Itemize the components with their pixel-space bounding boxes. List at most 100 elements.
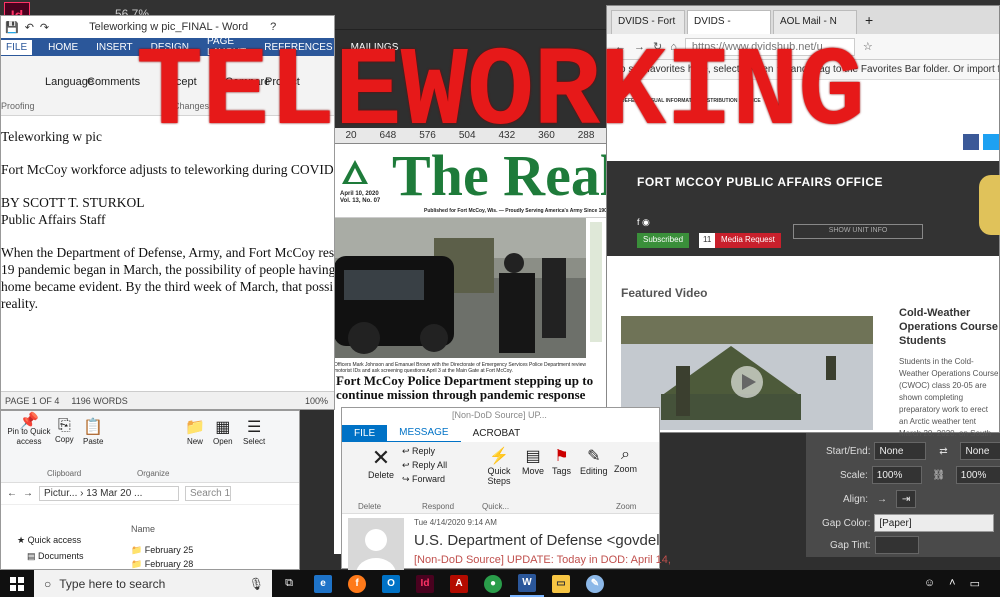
twitter-icon[interactable] xyxy=(983,134,999,150)
zoom-percent[interactable]: 100% xyxy=(305,396,328,406)
editing-button[interactable]: ✎ Editing xyxy=(580,446,608,476)
open-label: Open xyxy=(213,437,233,446)
firefox-icon[interactable]: f xyxy=(340,570,374,597)
new-button[interactable]: 📁 New xyxy=(185,417,205,446)
delete-button[interactable]: ✕ Delete xyxy=(368,446,395,481)
accept-button[interactable]: Accept xyxy=(163,76,197,88)
tab-dvids[interactable]: DVIDS - xyxy=(687,10,771,34)
tab-acrobat[interactable]: ACROBAT xyxy=(461,425,533,442)
pin-quick-access-button[interactable]: 📌 Pin to Quick access xyxy=(7,414,51,447)
show-unit-info-button[interactable]: SHOW UNIT INFO xyxy=(793,224,923,239)
url-input[interactable]: https://www.dvidshub.net/u xyxy=(684,37,855,56)
social-icons[interactable]: f ◉ xyxy=(637,217,650,228)
swap-arrows-icon[interactable]: ⇄ xyxy=(930,446,956,457)
list-item[interactable]: 📁 February 25 xyxy=(131,545,193,556)
forward-icon[interactable]: → xyxy=(634,41,645,53)
nav-documents[interactable]: ▤ Documents xyxy=(27,551,84,562)
search-input[interactable]: Search 13... xyxy=(185,486,231,501)
align-inside-icon[interactable]: ⇥ xyxy=(896,490,917,508)
tab-aol-mail[interactable]: AOL Mail - N xyxy=(773,10,857,34)
gap-color-select[interactable]: [Paper] xyxy=(874,514,995,532)
document-body[interactable]: Teleworking w pic Fort McCoy workforce a… xyxy=(1,116,334,391)
help-icon[interactable]: ? xyxy=(270,21,276,33)
edge-icon[interactable]: e xyxy=(306,570,340,597)
scale-row: Scale: 100% ⛓ 100% xyxy=(840,466,1000,484)
tab-design[interactable]: DESIGN xyxy=(149,42,191,53)
back-icon[interactable]: ← xyxy=(615,41,626,53)
comments-button[interactable]: Comments xyxy=(87,76,140,88)
end-select[interactable]: None xyxy=(960,442,1000,460)
delete-label: Delete xyxy=(368,470,395,480)
paste-button[interactable]: 📋 Paste xyxy=(83,417,103,446)
select-button[interactable]: ☰ Select xyxy=(243,417,265,446)
delete-group-label: Delete xyxy=(358,502,382,511)
file-explorer-icon[interactable]: ▭ xyxy=(544,570,578,597)
task-view-icon[interactable]: ⧉ xyxy=(272,570,306,597)
start-button[interactable] xyxy=(0,570,34,597)
paint-icon[interactable]: ✎ xyxy=(578,570,612,597)
back-icon[interactable]: ← xyxy=(7,488,17,499)
gap-tint-input[interactable] xyxy=(874,536,919,554)
tab-page-layout[interactable]: PAGE LAYOUT xyxy=(205,36,248,58)
open-button[interactable]: ▦ Open xyxy=(213,417,233,446)
start-select[interactable]: None xyxy=(874,442,927,460)
scale-x-input[interactable]: 100% xyxy=(871,466,922,484)
save-icon[interactable]: 💾 xyxy=(5,21,19,34)
path-breadcrumb[interactable]: Pictur... › 13 Mar 20 ... xyxy=(39,486,179,501)
page-count[interactable]: PAGE 1 OF 4 xyxy=(5,396,59,406)
protect-button[interactable]: Protect xyxy=(265,76,300,88)
forward-icon[interactable]: → xyxy=(23,488,33,499)
clipboard-group-label: Clipboard xyxy=(47,469,82,478)
copy-button[interactable]: ⎘ Copy xyxy=(55,417,74,444)
open-icon: ▦ xyxy=(215,419,231,436)
forward-button[interactable]: ↪ Forward xyxy=(402,474,445,485)
facebook-icon[interactable] xyxy=(963,134,979,150)
acrobat-icon[interactable]: A xyxy=(442,570,476,597)
video-title[interactable]: Cold-Weather Operations Course Students xyxy=(899,306,999,348)
microphone-icon[interactable]: 🎙 xyxy=(249,577,264,591)
scale-y-input[interactable]: 100% xyxy=(955,466,1000,484)
comments-label: Comments xyxy=(87,76,141,88)
indesign-icon[interactable]: Id xyxy=(408,570,442,597)
align-arrow-icon[interactable]: → xyxy=(872,494,892,505)
tab-message[interactable]: MESSAGE xyxy=(387,424,461,443)
reply-button[interactable]: ↩ Reply xyxy=(402,446,435,457)
redo-icon[interactable]: ↷ xyxy=(40,21,49,34)
tab-file[interactable]: FILE xyxy=(1,39,33,55)
refresh-icon[interactable]: ↻ xyxy=(653,40,662,53)
compare-button[interactable]: Compare xyxy=(225,76,270,88)
outlook-icon[interactable]: O xyxy=(374,570,408,597)
chevron-up-icon[interactable]: ˄ xyxy=(949,577,955,590)
media-request-button[interactable]: Media Request xyxy=(715,233,781,248)
move-button[interactable]: ▤ Move xyxy=(522,446,544,476)
word-count[interactable]: 1196 WORDS xyxy=(71,396,127,406)
undo-icon[interactable]: ↶ xyxy=(25,21,34,34)
article-headline: Fort McCoy Police Department stepping up… xyxy=(336,373,594,402)
tab-references[interactable]: REFERENCES xyxy=(262,42,334,53)
tab-dvids-fort[interactable]: DVIDS - Fort xyxy=(611,10,685,34)
zoom-button[interactable]: ⌕ Zoom xyxy=(614,446,637,474)
list-item[interactable]: 📁 February 28 xyxy=(131,559,193,570)
home-icon[interactable]: ⌂ xyxy=(670,41,677,53)
new-tab-icon[interactable]: + xyxy=(859,12,879,34)
tab-file[interactable]: FILE xyxy=(342,424,388,442)
reply-all-button[interactable]: ↩ Reply All xyxy=(402,460,447,471)
nav-quick-access[interactable]: ★ Quick access xyxy=(17,535,81,546)
network-icon[interactable]: ▭ xyxy=(970,577,980,590)
tags-button[interactable]: ⚑ Tags xyxy=(552,446,571,476)
chrome-icon[interactable]: ● xyxy=(476,570,510,597)
subscribe-button[interactable]: Subscribed xyxy=(637,233,690,248)
tab-home[interactable]: HOME xyxy=(46,42,80,53)
tab-insert[interactable]: INSERT xyxy=(94,42,135,53)
dvids-banner: DEFENSE VISUAL INFORMATION DISTRIBUTION … xyxy=(621,98,761,104)
editing-label: Editing xyxy=(580,466,608,476)
people-icon[interactable]: ☺ xyxy=(924,577,935,590)
taskbar-search[interactable]: ○ Type here to search 🎙 xyxy=(34,570,272,597)
word-icon[interactable]: W xyxy=(510,570,544,597)
favorite-star-icon[interactable]: ☆ xyxy=(863,40,873,53)
name-column-header[interactable]: Name xyxy=(131,524,155,534)
tab-mailings[interactable]: MAILINGS xyxy=(349,42,401,53)
link-icon[interactable]: ⛓ xyxy=(926,470,952,481)
message-sender[interactable]: U.S. Department of Defense <govdel xyxy=(414,532,660,549)
quick-steps-button[interactable]: ⚡ Quick Steps xyxy=(482,446,516,486)
